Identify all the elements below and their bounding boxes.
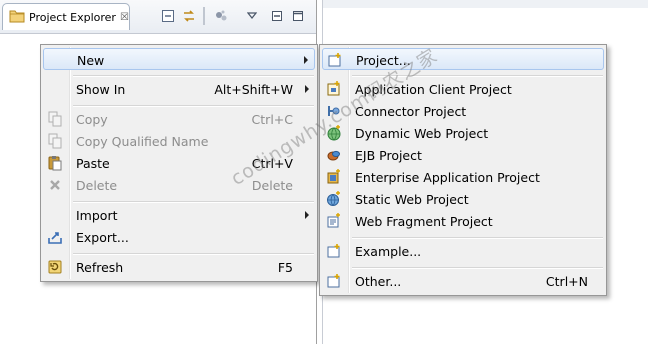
delete-icon xyxy=(47,177,63,193)
filter-icon[interactable] xyxy=(213,8,229,24)
menu-item-label: Copy Qualified Name xyxy=(76,134,209,149)
menu-separator xyxy=(73,75,314,77)
menu-item-export[interactable]: Export... xyxy=(43,226,315,248)
menu-item-accelerator: Ctrl+C xyxy=(251,112,293,127)
submenu-arrow-icon xyxy=(305,85,309,93)
menu-item-label: Refresh xyxy=(76,260,124,275)
refresh-icon xyxy=(47,259,63,275)
submenu-item-ejb-project[interactable]: EJB Project xyxy=(322,144,604,166)
web-fragment-project-icon xyxy=(326,213,342,229)
menu-item-accelerator: Delete xyxy=(251,178,293,193)
menu-item-label: Web Fragment Project xyxy=(355,214,493,229)
project-explorer-tab[interactable]: Project Explorer ☒ xyxy=(2,3,130,30)
maximize-icon[interactable] xyxy=(290,8,306,24)
menu-item-label: New xyxy=(77,53,105,68)
minimize-icon[interactable] xyxy=(269,8,285,24)
copy-icon xyxy=(47,111,63,127)
menu-item-label: Paste xyxy=(76,156,110,171)
project-explorer-icon xyxy=(9,9,25,26)
copy-qualified-name-icon xyxy=(47,133,63,149)
submenu-item-dynamic-web-project[interactable]: Dynamic Web Project xyxy=(322,122,604,144)
submenu-item-project[interactable]: Project... xyxy=(322,48,604,70)
menu-item-label: Export... xyxy=(76,230,129,245)
submenu-item-example[interactable]: Example... xyxy=(322,240,604,262)
menu-item-label: Other... xyxy=(355,274,402,289)
editor-area-border xyxy=(323,0,648,8)
link-with-editor-icon[interactable] xyxy=(181,8,197,24)
menu-item-label: Import xyxy=(76,208,118,223)
close-icon[interactable]: ☒ xyxy=(120,12,129,23)
submenu-item-other[interactable]: Other... Ctrl+N xyxy=(322,270,604,292)
menu-separator xyxy=(352,267,603,269)
example-icon xyxy=(326,243,342,259)
menu-separator xyxy=(73,105,314,107)
submenu-arrow-icon xyxy=(304,56,308,64)
new-project-icon xyxy=(327,52,343,68)
export-icon xyxy=(47,229,63,245)
paste-icon xyxy=(47,155,63,171)
menu-item-label: Delete xyxy=(76,178,118,193)
project-explorer-tab-label: Project Explorer xyxy=(29,10,116,24)
menu-item-accelerator: F5 xyxy=(277,260,293,275)
menu-item-accelerator: Alt+Shift+W xyxy=(214,82,293,97)
menu-item-copy[interactable]: Copy Ctrl+C xyxy=(43,108,315,130)
static-web-project-icon xyxy=(326,191,342,207)
submenu-item-web-fragment-project[interactable]: Web Fragment Project xyxy=(322,210,604,232)
menu-item-label: Enterprise Application Project xyxy=(355,170,540,185)
menu-item-show-in[interactable]: Show In Alt+Shift+W xyxy=(43,78,315,100)
menu-item-new[interactable]: New xyxy=(43,48,315,70)
menu-item-label: Copy xyxy=(76,112,108,127)
menu-item-refresh[interactable]: Refresh F5 xyxy=(43,256,315,278)
enterprise-application-project-icon xyxy=(326,169,342,185)
menu-item-label: Static Web Project xyxy=(355,192,469,207)
menu-separator xyxy=(352,237,603,239)
ejb-project-icon xyxy=(326,147,342,163)
submenu-item-enterprise-application-project[interactable]: Enterprise Application Project xyxy=(322,166,604,188)
collapse-all-icon[interactable] xyxy=(160,8,176,24)
menu-item-label: EJB Project xyxy=(355,148,422,163)
menu-item-import[interactable]: Import xyxy=(43,204,315,226)
application-client-project-icon xyxy=(326,81,342,97)
view-tab-bar: Project Explorer ☒ xyxy=(0,0,316,34)
menu-separator xyxy=(73,253,314,255)
menu-item-accelerator: Ctrl+N xyxy=(545,274,588,289)
menu-item-delete[interactable]: Delete Delete xyxy=(43,174,315,196)
menu-item-label: Example... xyxy=(355,244,422,259)
other-wizard-icon xyxy=(326,273,342,289)
menu-separator xyxy=(73,201,314,203)
menu-item-label: Show In xyxy=(76,82,126,97)
menu-item-label: Dynamic Web Project xyxy=(355,126,489,141)
view-menu-icon[interactable] xyxy=(244,8,260,24)
submenu-item-static-web-project[interactable]: Static Web Project xyxy=(322,188,604,210)
submenu-arrow-icon xyxy=(305,211,309,219)
toolbar-separator xyxy=(203,7,205,25)
